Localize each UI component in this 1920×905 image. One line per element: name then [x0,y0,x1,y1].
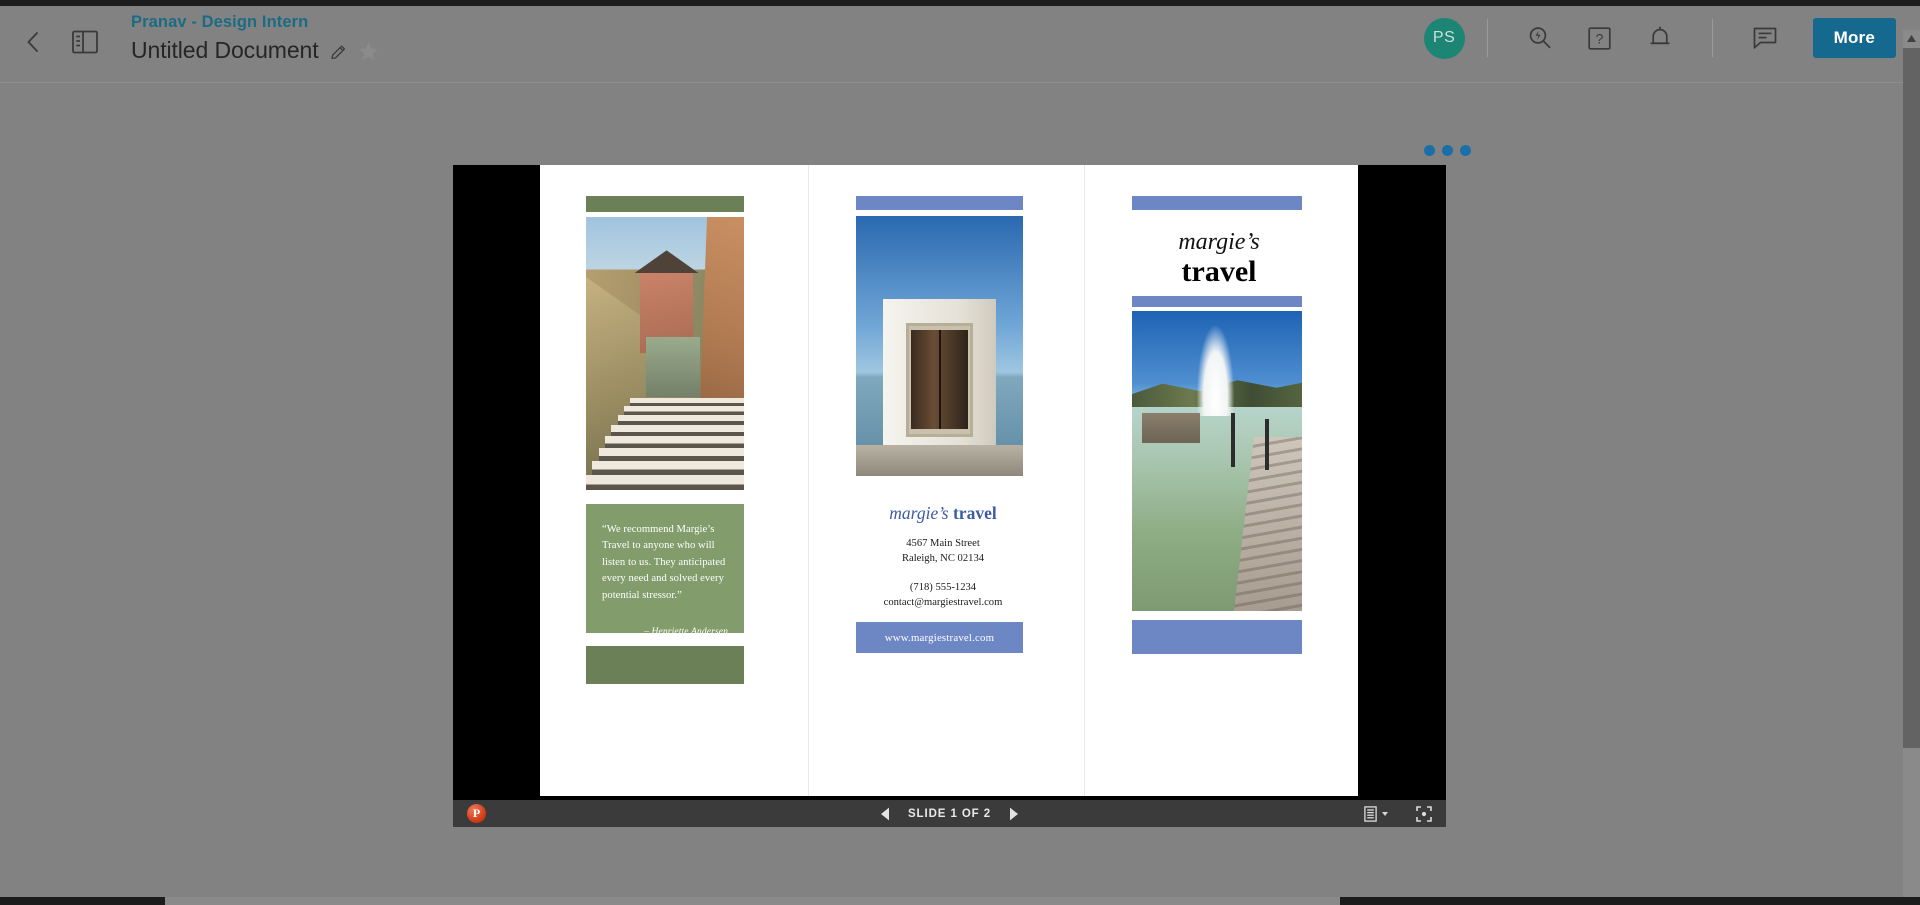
svg-text:?: ? [1596,30,1604,46]
cover-brand-logo: margie’s travel [1085,228,1353,288]
loading-indicator [1424,145,1471,156]
app-root: Pranav - Design Intern Untitled Document… [0,0,1920,905]
document-title-row: Untitled Document [131,36,379,65]
testimonial-box: “We recommend Margie’s Travel to anyone … [586,504,744,637]
top-bar: Pranav - Design Intern Untitled Document… [0,0,1920,83]
brand-logo: margie’s travel [809,503,1077,524]
help-icon[interactable]: ? [1578,17,1622,59]
address-line-1: 4567 Main Street [906,538,980,549]
contact-block: margie’s travel 4567 Main Street Raleigh… [809,503,1077,610]
phone-number: (718) 555-1234 [909,582,977,593]
search-boost-icon[interactable] [1518,17,1562,59]
powerpoint-icon[interactable]: P [467,804,486,823]
sidebar-panel-icon[interactable] [68,25,102,59]
avatar[interactable]: PS [1423,17,1465,59]
star-icon[interactable] [358,41,379,62]
slide-toolbar: P SLIDE 1 OF 2 [453,800,1446,827]
testimonial-attribution: – Henriette Andersen [644,626,728,638]
accent-bar-top [1132,196,1302,210]
notifications-bell-icon[interactable] [1638,17,1682,59]
slide-navigation: SLIDE 1 OF 2 [830,807,1070,821]
white-building-door-photo [856,216,1023,476]
next-slide-icon[interactable] [1009,807,1019,821]
view-options-icon[interactable] [1364,805,1388,822]
loading-dot [1442,145,1453,156]
scrollbar-thumb[interactable] [1903,48,1920,748]
back-chevron-icon[interactable] [17,27,47,57]
loading-dot [1460,145,1471,156]
comments-icon[interactable] [1743,17,1787,59]
website-url: www.margiestravel.com [884,631,995,644]
top-bar-actions: PS ? More [1423,17,1896,59]
slide-stage[interactable]: “We recommend Margie’s Travel to anyone … [453,165,1446,827]
stone-stairs-village-photo [586,217,744,490]
document-meta: Pranav - Design Intern Untitled Document [131,12,379,65]
accent-bar-top [856,196,1023,210]
cover-logo-bold: travel [1181,255,1257,288]
brochure-panel-right: margie’s travel [1085,165,1353,796]
more-button[interactable]: More [1812,18,1896,58]
brochure-panel-left: “We recommend Margie’s Travel to anyone … [540,165,808,796]
bottom-strip-segment [165,897,1340,905]
testimonial-quote: “We recommend Margie’s Travel to anyone … [602,524,726,601]
window-title-strip [0,0,1920,6]
accent-bar-bottom [1132,620,1302,654]
window-bottom-strip [0,897,1920,905]
website-bar[interactable]: www.margiestravel.com [856,622,1023,653]
brochure-panel-middle: margie’s travel 4567 Main Street Raleigh… [809,165,1077,796]
scroll-up-arrow-icon[interactable] [1903,30,1920,47]
page-title: Untitled Document [131,37,319,63]
brochure-page: “We recommend Margie’s Travel to anyone … [540,165,1358,796]
accent-bar-top [586,196,744,212]
brand-logo-bold: travel [952,503,997,523]
cover-logo-italic: margie’s [1178,229,1260,255]
accent-bar-bottom [586,646,744,684]
chevron-down-icon[interactable] [1382,811,1388,816]
email-address: contact@margiestravel.com [883,597,1003,608]
fullscreen-icon[interactable] [1416,805,1432,822]
accent-bar-middle [1132,296,1302,307]
loading-dot [1424,145,1435,156]
pencil-icon[interactable] [329,43,348,62]
divider [1486,19,1488,57]
blue-lagoon-pier-photo [1132,311,1302,611]
brand-logo-italic: margie’s [889,503,949,523]
contact-block-phone-email: (718) 555-1234 contact@margiestravel.com [809,580,1077,610]
address-block: 4567 Main Street Raleigh, NC 02134 [809,536,1077,566]
slide-status: SLIDE 1 OF 2 [907,807,991,820]
address-line-2: Raleigh, NC 02134 [901,553,985,564]
slide-toolbar-actions [1364,805,1432,822]
breadcrumb[interactable]: Pranav - Design Intern [131,12,379,32]
divider [1711,19,1713,57]
previous-slide-icon[interactable] [880,807,890,821]
